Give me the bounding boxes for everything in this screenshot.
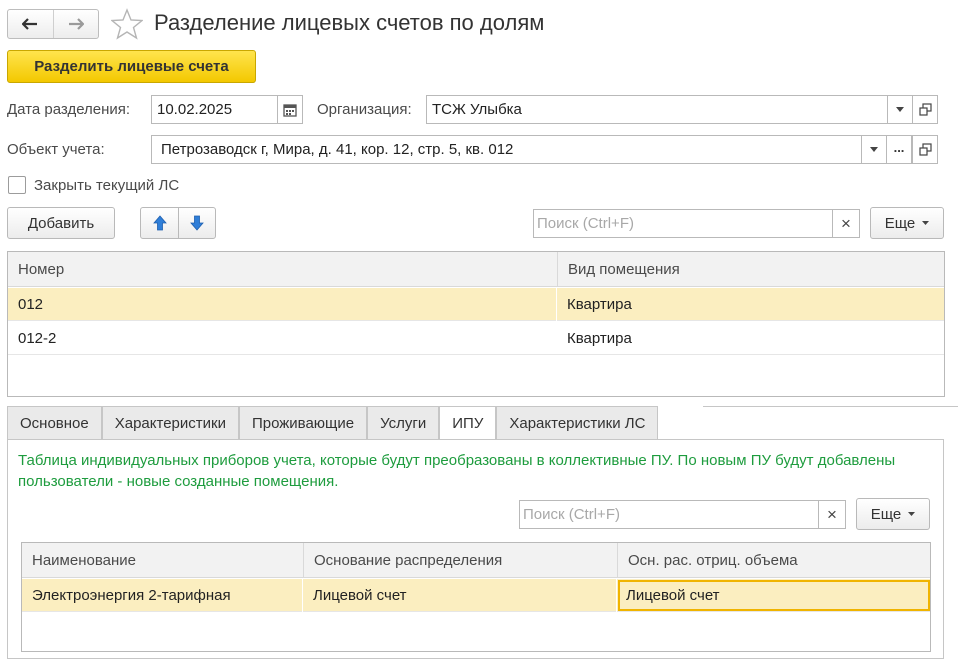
more-label: Еще — [884, 214, 916, 232]
arrow-down-icon — [190, 215, 204, 231]
table-row[interactable]: 012 Квартира — [8, 288, 944, 321]
back-button[interactable] — [8, 10, 53, 38]
organization-dropdown-button[interactable] — [887, 95, 913, 124]
chevron-down-icon — [922, 221, 930, 225]
tab-ipu[interactable]: ИПУ — [439, 406, 497, 440]
tab-residents[interactable]: Проживающие — [238, 406, 368, 439]
ipu-more-button[interactable]: Еще — [856, 498, 930, 530]
close-ls-label: Закрыть текущий ЛС — [34, 177, 180, 194]
date-label: Дата разделения: — [7, 101, 131, 118]
tab-characteristics[interactable]: Характеристики — [101, 406, 239, 439]
column-header-basis[interactable]: Основание распределения — [303, 543, 617, 578]
object-open-button[interactable] — [912, 135, 938, 164]
open-window-icon — [918, 103, 932, 116]
ipu-table: Наименование Основание распределения Осн… — [21, 542, 931, 652]
close-ls-checkbox[interactable] — [8, 176, 26, 194]
chevron-down-icon — [908, 512, 916, 516]
close-icon: × — [827, 504, 837, 524]
dropdown-arrow-icon — [896, 107, 904, 112]
object-label: Объект учета: — [7, 141, 105, 158]
date-field[interactable]: 10.02.2025 — [151, 95, 278, 124]
object-select-button[interactable]: ... — [886, 135, 912, 164]
split-accounts-button[interactable]: Разделить лицевые счета — [7, 50, 256, 83]
nav-buttons — [7, 9, 99, 39]
object-dropdown-button[interactable] — [861, 135, 887, 164]
forward-button[interactable] — [54, 10, 99, 38]
accounts-search-clear-button[interactable]: × — [832, 209, 860, 238]
tab-services[interactable]: Услуги — [367, 406, 440, 439]
tab-bar: Основное Характеристики Проживающие Услу… — [7, 406, 659, 440]
cell-name: Электроэнергия 2-тарифная — [22, 579, 303, 612]
tab-main[interactable]: Основное — [7, 406, 102, 439]
column-header-name[interactable]: Наименование — [22, 543, 303, 578]
tab-bar-line — [703, 406, 958, 407]
cell-room-type: Квартира — [567, 296, 632, 313]
add-button[interactable]: Добавить — [7, 207, 115, 239]
move-down-button[interactable] — [178, 207, 216, 239]
tab-ls-characteristics[interactable]: Характеристики ЛС — [496, 406, 659, 439]
close-icon: × — [841, 213, 851, 233]
table-row[interactable]: Электроэнергия 2-тарифная Лицевой счет Л… — [22, 579, 930, 612]
open-window-icon — [918, 143, 932, 156]
table-row[interactable]: 012-2 Квартира — [8, 322, 944, 355]
favorite-star-icon[interactable] — [110, 8, 144, 44]
ipu-search-clear-button[interactable]: × — [818, 500, 846, 529]
more-label: Еще — [870, 505, 902, 523]
cell-number: 012-2 — [18, 330, 57, 347]
column-header-negative-basis[interactable]: Осн. рас. отриц. объема — [617, 543, 932, 578]
organization-open-button[interactable] — [912, 95, 938, 124]
page-title: Разделение лицевых счетов по долям — [154, 10, 545, 35]
dropdown-arrow-icon — [870, 147, 878, 152]
accounts-table-header: Номер Вид помещения — [8, 252, 944, 287]
accounts-more-button[interactable]: Еще — [870, 207, 944, 239]
calendar-button[interactable] — [277, 95, 303, 124]
accounts-search-input[interactable]: Поиск (Ctrl+F) — [533, 209, 833, 238]
organization-field[interactable]: ТСЖ Улыбка — [426, 95, 888, 124]
cell-number: 012 — [8, 288, 557, 321]
arrow-right-icon — [68, 18, 84, 30]
object-field[interactable]: Петрозаводск г, Мира, д. 41, кор. 12, ст… — [151, 135, 862, 164]
ipu-info-text: Таблица индивидуальных приборов учета, к… — [18, 452, 896, 490]
move-up-button[interactable] — [140, 207, 179, 239]
ipu-table-header: Наименование Основание распределения Осн… — [22, 543, 930, 578]
cell-negative-basis[interactable]: Лицевой счет — [618, 580, 930, 611]
calendar-icon — [283, 103, 297, 117]
organization-label: Организация: — [317, 101, 412, 118]
arrow-left-icon — [22, 18, 38, 30]
ipu-search-input[interactable]: Поиск (Ctrl+F) — [519, 500, 819, 529]
column-header-room-type[interactable]: Вид помещения — [557, 252, 945, 287]
cell-basis: Лицевой счет — [303, 579, 617, 612]
column-header-number[interactable]: Номер — [8, 252, 557, 287]
cell-room-type: Квартира — [567, 330, 632, 347]
arrow-up-icon — [152, 215, 167, 231]
accounts-table: Номер Вид помещения 012 Квартира 012-2 К… — [7, 251, 945, 397]
